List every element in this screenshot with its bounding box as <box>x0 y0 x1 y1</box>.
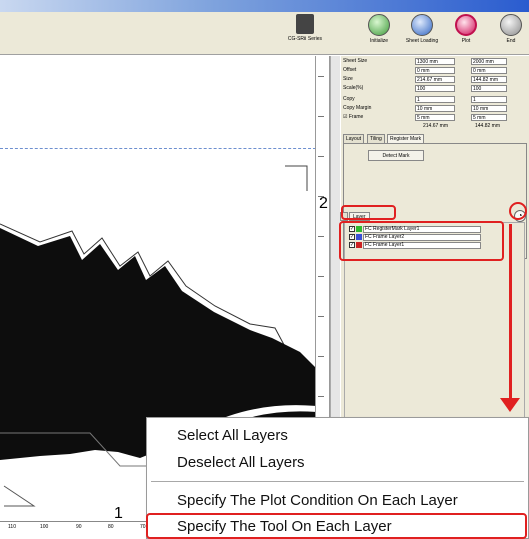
plotter-button[interactable]: CG-SRⅡ Series <box>283 14 327 42</box>
frame-y-field[interactable]: 5 mm <box>471 114 507 121</box>
arrow-line <box>509 224 512 402</box>
ruler-label: 100 <box>40 524 49 530</box>
tab-layout[interactable]: Layout <box>343 134 365 143</box>
frame-x-field[interactable]: 5 mm <box>415 114 455 121</box>
step-label-2: 2 <box>319 195 328 212</box>
frame-checkbox[interactable]: ☑ <box>343 114 347 120</box>
initialize-button[interactable]: Initialize <box>364 14 394 44</box>
offset-y-field[interactable]: 0 mm <box>471 67 507 74</box>
plotter-label: CG-SRⅡ Series <box>287 36 323 42</box>
menu-item-select-all-layers[interactable]: Select All Layers <box>177 427 288 444</box>
copy-x-field[interactable]: 1 <box>415 96 455 103</box>
ruler-tick <box>318 116 324 117</box>
sheet-loading-label: Sheet Loading <box>405 38 439 44</box>
total-width: 214.67 mm <box>423 123 449 129</box>
end-label: End <box>506 38 516 44</box>
plotter-icon <box>296 14 314 34</box>
tab-register-mark[interactable]: Register Mark <box>387 134 425 143</box>
initialize-label: Initialize <box>369 38 389 44</box>
ruler-tick <box>318 356 324 357</box>
plot-label: Plot <box>461 38 471 44</box>
ruler-label: 90 <box>76 524 82 530</box>
layer-tab-highlight <box>341 205 396 220</box>
total-row: 214.67 mm 144.82 mm <box>343 123 527 131</box>
end-button[interactable]: End <box>498 14 524 44</box>
plot-button[interactable]: Plot <box>452 14 480 44</box>
menu-divider <box>151 481 524 482</box>
ruler-tick <box>318 396 324 397</box>
size-width-field[interactable]: 214.67 mm <box>415 76 455 83</box>
copy-margin-y-field[interactable]: 10 mm <box>471 105 507 112</box>
size-height-field[interactable]: 144.82 mm <box>471 76 507 83</box>
menu-item-plot-condition-each-layer[interactable]: Specify The Plot Condition On Each Layer <box>177 492 458 509</box>
ruler-tick <box>318 76 324 77</box>
scale-row: Scale(%) 100 100 <box>343 85 527 93</box>
tab-tiling[interactable]: Tiling <box>367 134 385 143</box>
layer-list-highlight <box>339 221 504 261</box>
copy-margin-x-field[interactable]: 10 mm <box>415 105 455 112</box>
scale-x-field[interactable]: 100 <box>415 85 455 92</box>
copy-margin-row: Copy Margin 10 mm 10 mm <box>343 105 527 113</box>
arrow-down-icon <box>500 398 520 412</box>
menu-item-deselect-all-layers[interactable]: Deselect All Layers <box>177 454 305 471</box>
refresh-icon <box>368 14 390 36</box>
sheet-width-field[interactable]: 1300 mm <box>415 58 455 65</box>
ruler-tick <box>318 236 324 237</box>
toolbar: CG-SRⅡ Series Initialize Sheet Loading P… <box>0 12 529 55</box>
ruler-label: 110 <box>8 524 16 530</box>
offset-x-field[interactable]: 0 mm <box>415 67 455 74</box>
register-mark-corner <box>285 165 308 191</box>
frame-row: ☑ Frame 5 mm 5 mm <box>343 114 527 122</box>
sheet-height-field[interactable]: 2000 mm <box>471 58 507 65</box>
offset-row: Offset 0 mm 0 mm <box>343 67 527 75</box>
copy-row: Copy 1 1 <box>343 96 527 104</box>
ruler-label: 70 <box>140 524 146 530</box>
ruler-label: 80 <box>108 524 114 530</box>
ruler-tick <box>318 276 324 277</box>
ruler-tick <box>318 156 324 157</box>
sheet-loading-button[interactable]: Sheet Loading <box>402 14 442 44</box>
triangle-mark <box>3 485 36 507</box>
return-arrow-icon <box>500 14 522 36</box>
title-bar <box>0 0 529 12</box>
total-height: 144.82 mm <box>475 123 501 129</box>
menu-button-highlight <box>509 202 527 220</box>
swap-arrows-icon <box>411 14 433 36</box>
copy-y-field[interactable]: 1 <box>471 96 507 103</box>
menu-item-highlight <box>146 513 527 539</box>
plot-icon <box>455 14 477 36</box>
scale-y-field[interactable]: 100 <box>471 85 507 92</box>
step-label-1: 1 <box>114 505 123 522</box>
ruler-tick <box>318 316 324 317</box>
sheet-size-row: Sheet Size 1300 mm 2000 mm <box>343 58 527 66</box>
detect-mark-button[interactable]: Detect Mark <box>368 150 424 161</box>
size-row: Size 214.67 mm 144.82 mm <box>343 76 527 84</box>
